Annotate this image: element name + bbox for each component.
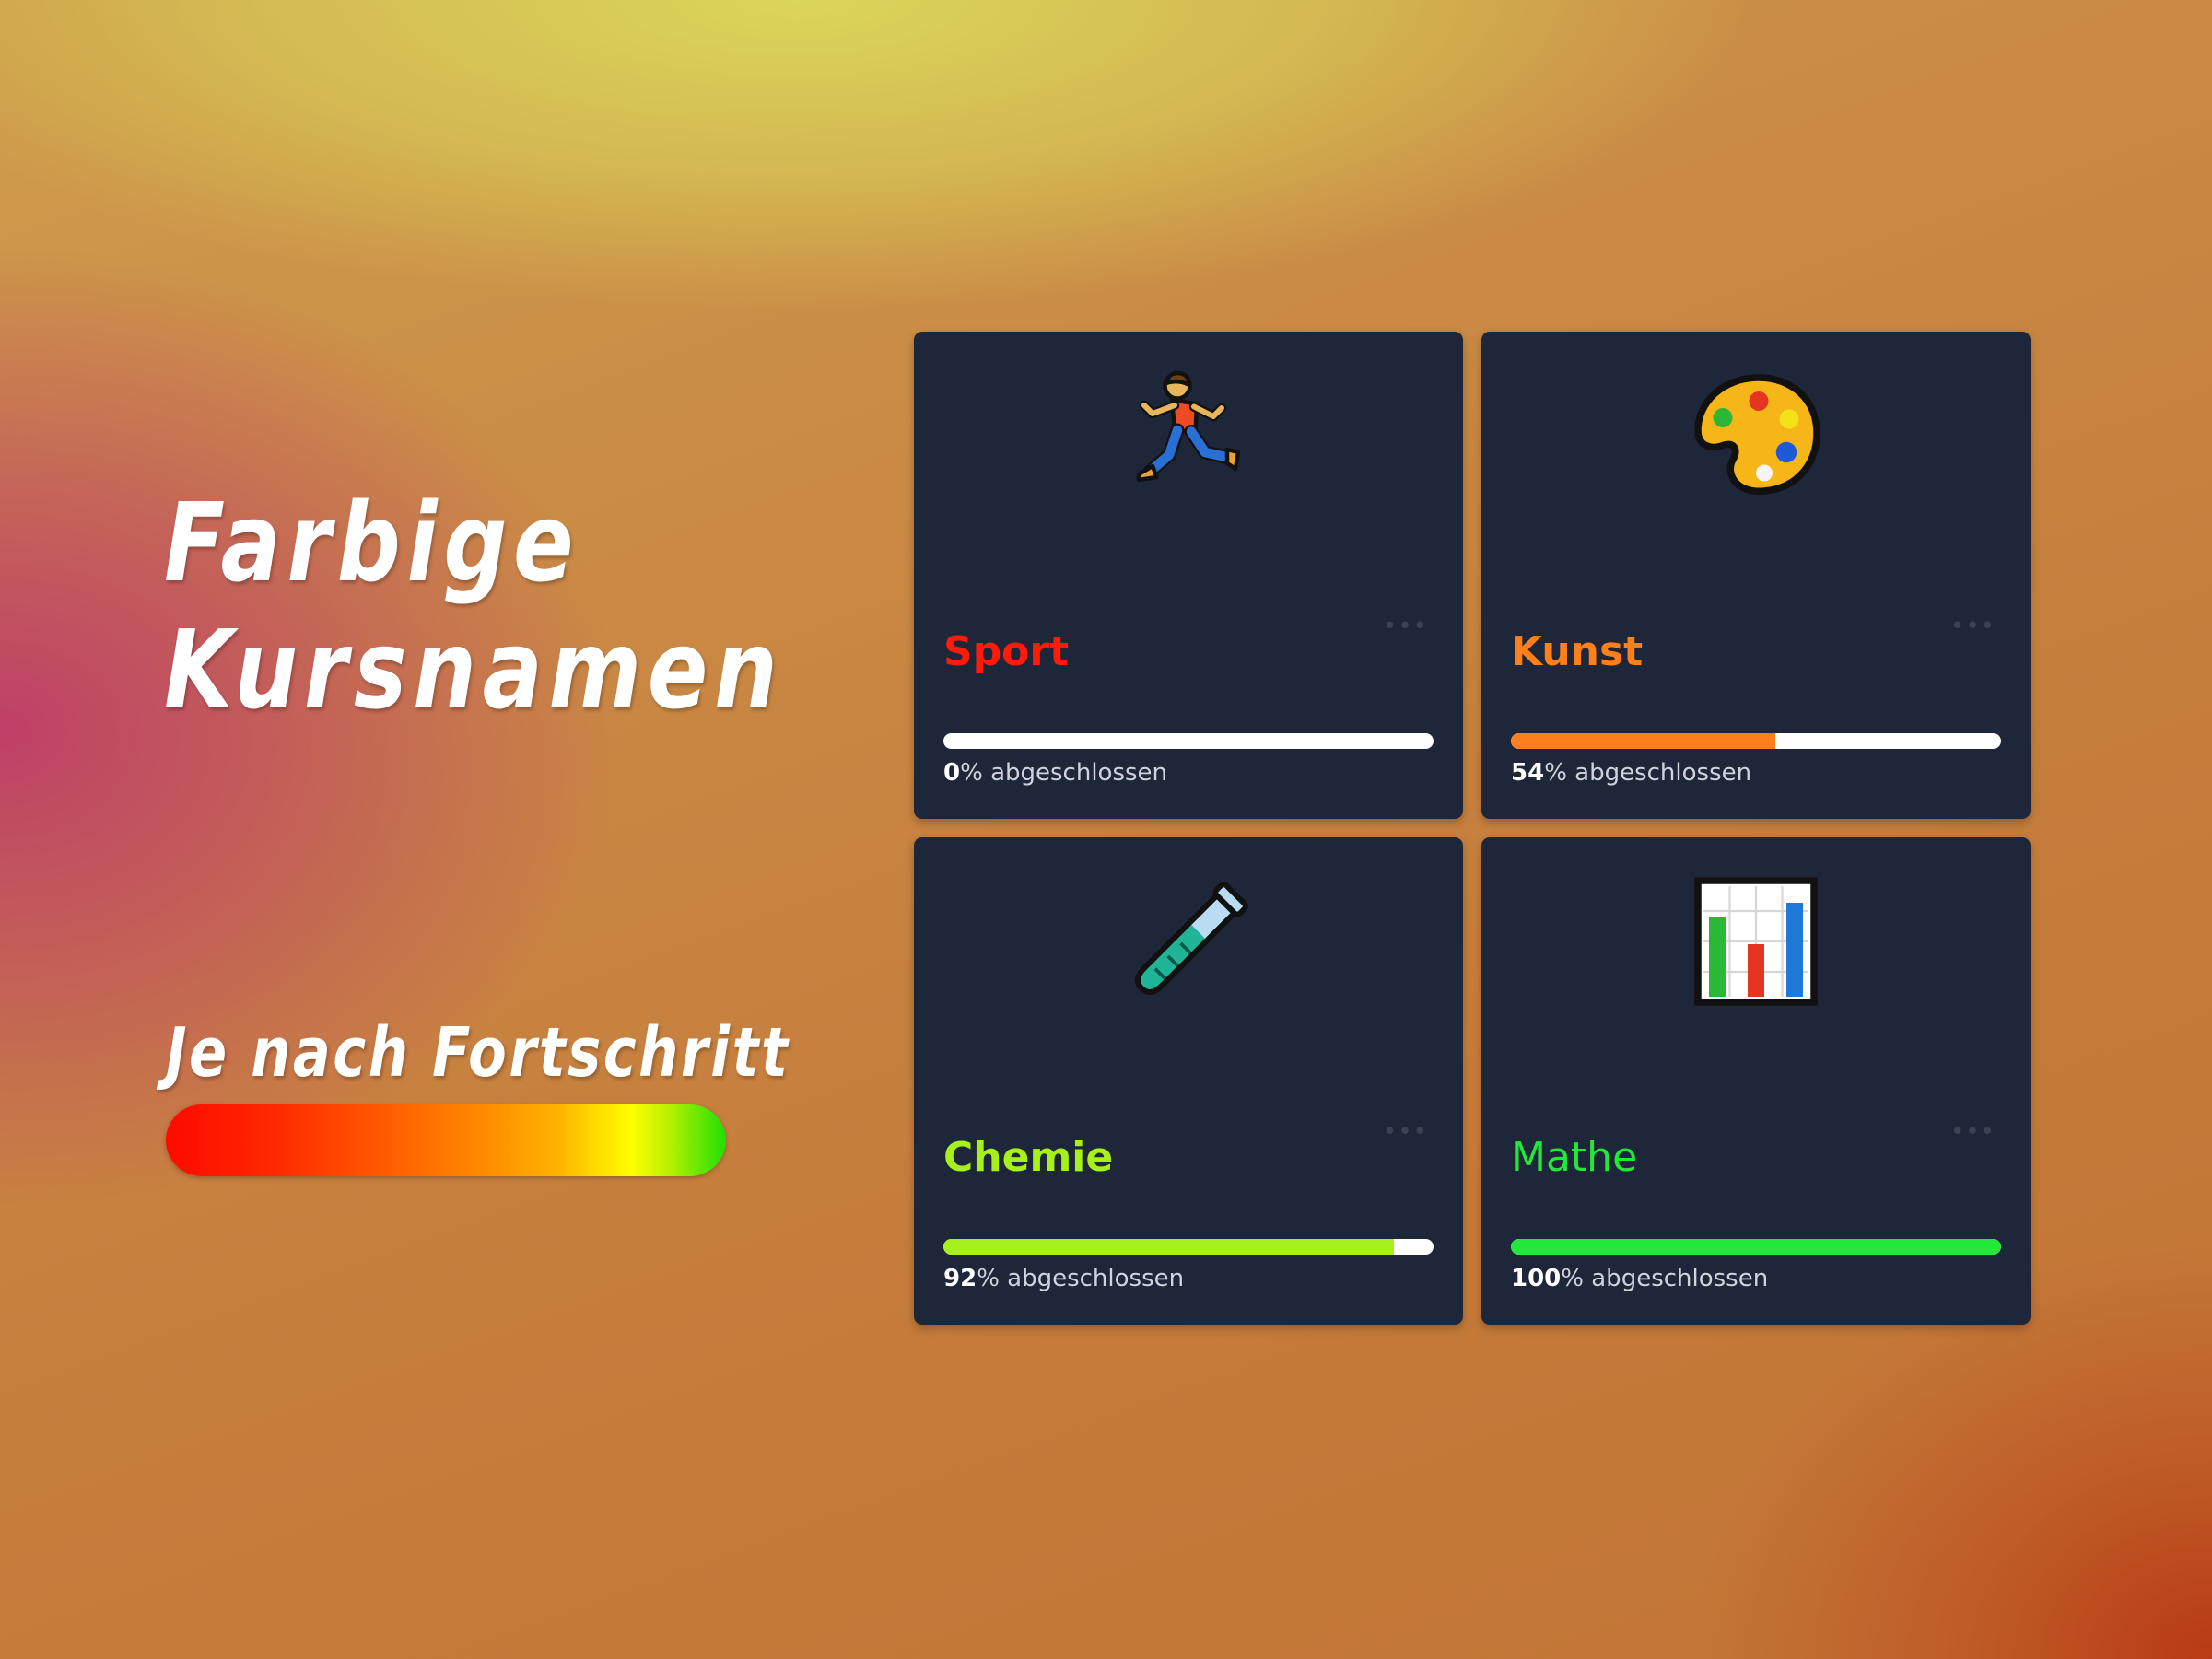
progress-suffix: % abgeschlossen	[1561, 1265, 1769, 1292]
course-card-sport[interactable]: ••• Sport 0% abgeschlossen	[914, 332, 1463, 819]
course-name: Sport	[943, 628, 1070, 675]
more-options-icon[interactable]: •••	[1950, 1120, 1995, 1144]
test-tube-icon	[1119, 872, 1258, 1011]
progress-suffix: % abgeschlossen	[960, 759, 1168, 787]
progress-bar-fill	[1511, 733, 1776, 749]
progress-label: 54% abgeschlossen	[1511, 755, 1751, 790]
course-card-mathe[interactable]: ••• Mathe 100% abgeschlossen	[1481, 837, 2031, 1325]
more-options-icon[interactable]: •••	[1383, 614, 1428, 638]
progress-bar	[943, 733, 1434, 749]
course-name: Chemie	[943, 1134, 1114, 1181]
bar-chart-icon	[1687, 872, 1825, 1011]
progress-label: 0% abgeschlossen	[943, 755, 1167, 790]
page-title-line-1: Farbige	[164, 479, 580, 606]
progress-bar	[1511, 733, 2001, 749]
course-card-chemie[interactable]: ••• Chemie 92% abgeschlossen	[914, 837, 1463, 1325]
running-person-icon	[1119, 367, 1258, 505]
course-grid: ••• Sport 0% abgeschlossen ••• Kunst 54%…	[914, 332, 2031, 1325]
progress-label: 92% abgeschlossen	[943, 1261, 1184, 1296]
more-options-icon[interactable]: •••	[1383, 1120, 1428, 1144]
progress-label: 100% abgeschlossen	[1511, 1261, 1768, 1296]
page-title-line-2: Kursnamen	[164, 606, 784, 733]
page-subtitle: Je nach Fortschritt	[166, 1013, 790, 1092]
course-card-kunst[interactable]: ••• Kunst 54% abgeschlossen	[1481, 332, 2031, 819]
more-options-icon[interactable]: •••	[1950, 614, 1995, 638]
artist-palette-icon	[1687, 367, 1825, 505]
progress-value: 100	[1511, 1265, 1562, 1292]
progress-bar	[943, 1239, 1434, 1255]
progress-suffix: % abgeschlossen	[977, 1265, 1185, 1292]
progress-suffix: % abgeschlossen	[1544, 759, 1752, 787]
progress-value: 92	[943, 1265, 977, 1292]
course-name: Mathe	[1511, 1134, 1638, 1181]
progress-value: 54	[1511, 759, 1545, 787]
progress-value: 0	[943, 759, 961, 787]
progress-bar-fill	[1511, 1239, 2001, 1255]
progress-bar-fill	[943, 1239, 1395, 1255]
course-name: Kunst	[1511, 628, 1644, 675]
progress-bar	[1511, 1239, 2001, 1255]
progress-color-scale	[166, 1104, 726, 1176]
page-title: Farbige Kursnamen	[164, 479, 783, 733]
